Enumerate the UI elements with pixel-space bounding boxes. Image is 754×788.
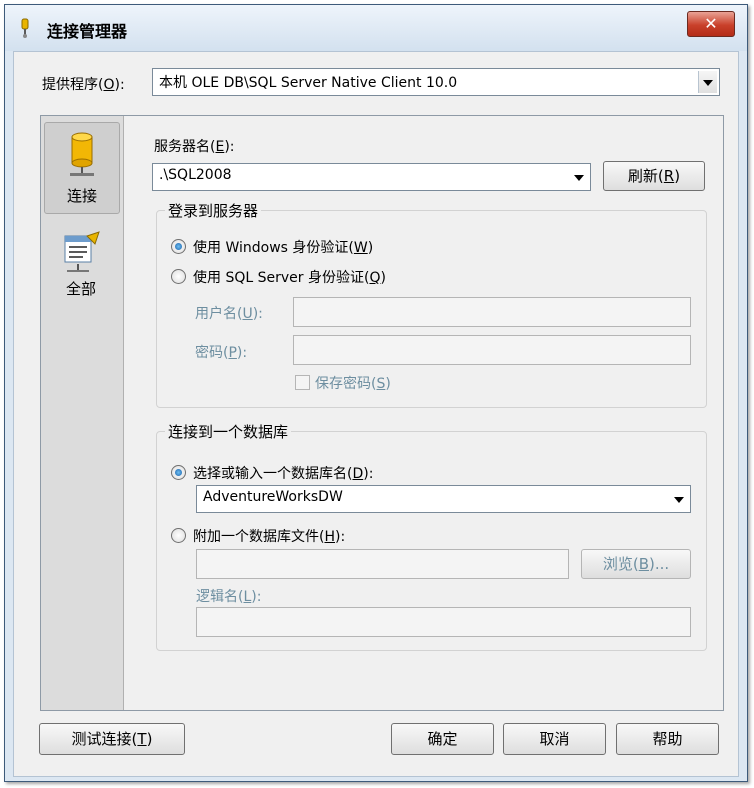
database-cylinder-icon [70, 132, 94, 176]
windows-auth-radio[interactable] [171, 239, 186, 254]
database-group: 连接到一个数据库 选择或输入一个数据库名(D): AdventureWorksD… [156, 421, 707, 651]
ok-button[interactable]: 确定 [391, 723, 494, 755]
chevron-down-icon[interactable] [670, 488, 688, 510]
dialog-body: 提供程序(O): 本机 OLE DB\SQL Server Native Cli… [13, 51, 739, 777]
save-password-label: 保存密码(S) [315, 376, 391, 392]
page-sidebar: 连接 全部 [41, 116, 124, 710]
logical-name-input[interactable] [196, 607, 691, 637]
password-label: 密码(P): [195, 345, 248, 361]
chevron-down-icon[interactable] [570, 166, 588, 188]
cancel-button[interactable]: 取消 [503, 723, 606, 755]
settings-pane: 连接 全部 服务器名(E): .\SQL2008 刷新(R) 登录到服务器 使用… [40, 115, 724, 711]
database-group-title: 连接到一个数据库 [165, 421, 292, 442]
chevron-down-icon[interactable] [698, 71, 717, 93]
server-name-value: .\SQL2008 [159, 167, 232, 183]
sql-auth-label[interactable]: 使用 SQL Server 身份验证(Q) [193, 267, 386, 287]
connection-manager-icon [21, 18, 29, 38]
connection-manager-dialog: 连接管理器 ✕ 提供程序(O): 本机 OLE DB\SQL Server Na… [4, 4, 748, 782]
sql-auth-radio[interactable] [171, 269, 186, 284]
help-button[interactable]: 帮助 [616, 723, 719, 755]
close-button[interactable]: ✕ [687, 11, 735, 37]
test-connection-button[interactable]: 测试连接(T) [39, 723, 185, 755]
provider-label: 提供程序(O): [42, 77, 125, 93]
username-input[interactable] [293, 297, 691, 327]
save-password-checkbox[interactable] [295, 375, 310, 390]
sidebar-item-all[interactable]: 全部 [44, 230, 118, 310]
database-file-input[interactable] [196, 549, 569, 579]
database-name-combobox[interactable]: AdventureWorksDW [196, 485, 691, 513]
windows-auth-label[interactable]: 使用 Windows 身份验证(W) [193, 237, 373, 257]
sidebar-item-connection[interactable]: 连接 [44, 122, 120, 214]
login-group: 登录到服务器 使用 Windows 身份验证(W) 使用 SQL Server … [156, 200, 707, 408]
database-name-value: AdventureWorksDW [203, 489, 343, 505]
refresh-button[interactable]: 刷新(R) [603, 161, 705, 191]
title-bar[interactable]: 连接管理器 ✕ [5, 5, 747, 51]
attach-database-label[interactable]: 附加一个数据库文件(H): [193, 526, 345, 546]
sidebar-item-label: 全部 [65, 280, 96, 298]
window-title: 连接管理器 [47, 22, 128, 41]
select-database-label[interactable]: 选择或输入一个数据库名(D): [193, 463, 373, 483]
attach-database-radio[interactable] [171, 528, 186, 543]
login-group-title: 登录到服务器 [165, 200, 262, 221]
select-database-radio[interactable] [171, 465, 186, 480]
server-name-combobox[interactable]: .\SQL2008 [152, 163, 591, 191]
username-label: 用户名(U): [195, 306, 263, 322]
server-name-label: 服务器名(E): [154, 139, 235, 155]
browse-button[interactable]: 浏览(B)... [581, 549, 691, 579]
properties-list-icon [64, 231, 100, 272]
provider-select[interactable]: 本机 OLE DB\SQL Server Native Client 10.0 [152, 68, 720, 96]
password-input[interactable] [293, 335, 691, 365]
sidebar-item-label: 连接 [66, 187, 97, 205]
provider-value: 本机 OLE DB\SQL Server Native Client 10.0 [159, 75, 458, 91]
connection-page: 服务器名(E): .\SQL2008 刷新(R) 登录到服务器 使用 Windo… [125, 116, 723, 710]
logical-name-label: 逻辑名(L): [196, 589, 262, 605]
